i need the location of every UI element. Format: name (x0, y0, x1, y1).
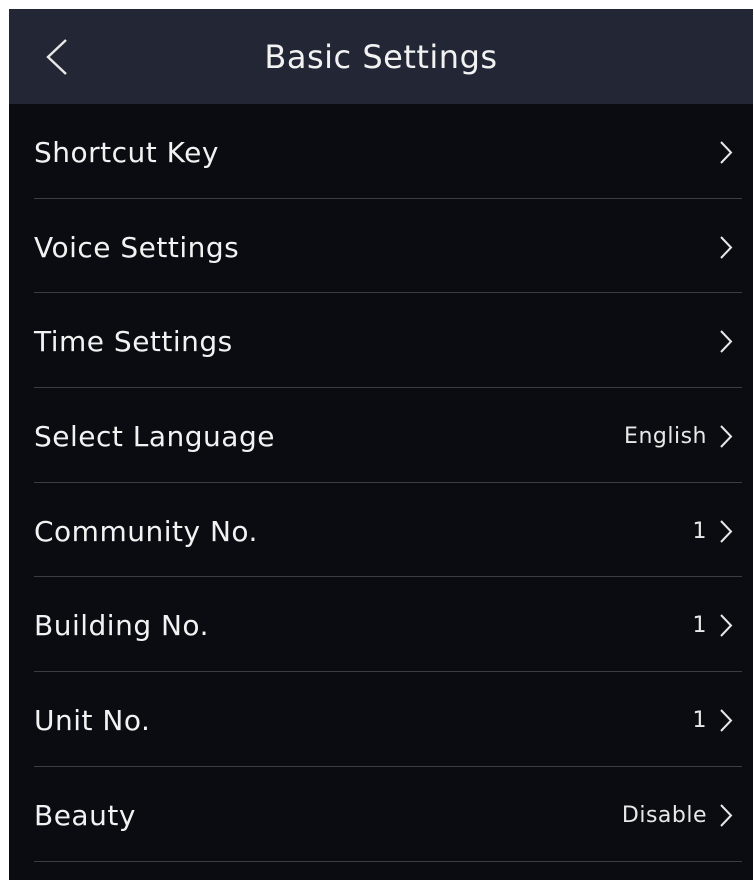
settings-item-beauty[interactable]: Beauty Disable (9, 767, 753, 862)
chevron-right-icon (720, 709, 733, 732)
chevron-right-icon (720, 330, 733, 354)
chevron-right-icon (720, 235, 733, 259)
settings-item-label: Community No. (34, 514, 258, 548)
settings-item-label: Select Language (34, 420, 275, 454)
settings-item-label: Shortcut Key (34, 136, 219, 169)
settings-item-unit-no[interactable]: Unit No. 1 (9, 672, 753, 767)
chevron-right-icon (720, 520, 733, 543)
settings-item-shortcut-key[interactable]: Shortcut Key (9, 104, 753, 199)
settings-item-time-settings[interactable]: Time Settings (9, 293, 753, 388)
chevron-right-icon (720, 141, 733, 164)
settings-item-label: Voice Settings (34, 230, 240, 264)
header-bar: Basic Settings (9, 9, 753, 104)
settings-item-value: 1 (692, 613, 707, 639)
chevron-right-icon (720, 614, 733, 638)
settings-item-value: Disable (621, 802, 707, 828)
chevron-right-icon (720, 425, 733, 448)
settings-item-community-no[interactable]: Community No. 1 (9, 483, 753, 578)
settings-item-value: English (624, 424, 707, 450)
settings-item-value: 1 (692, 518, 707, 544)
settings-item-value: 1 (692, 708, 707, 734)
settings-item-select-language[interactable]: Select Language English (9, 388, 753, 483)
settings-item-label: Time Settings (34, 325, 233, 359)
chevron-right-icon (720, 804, 733, 827)
settings-list: Shortcut Key Voice Settings Time Setting… (9, 104, 753, 862)
settings-item-label: Beauty (34, 798, 136, 832)
page-title: Basic Settings (264, 38, 498, 76)
settings-item-label: Unit No. (34, 704, 151, 738)
settings-screen: Basic Settings Shortcut Key Voice Settin… (9, 9, 753, 880)
settings-item-label: Building No. (34, 609, 209, 643)
settings-item-voice-settings[interactable]: Voice Settings (9, 199, 753, 294)
settings-item-building-no[interactable]: Building No. 1 (9, 577, 753, 672)
